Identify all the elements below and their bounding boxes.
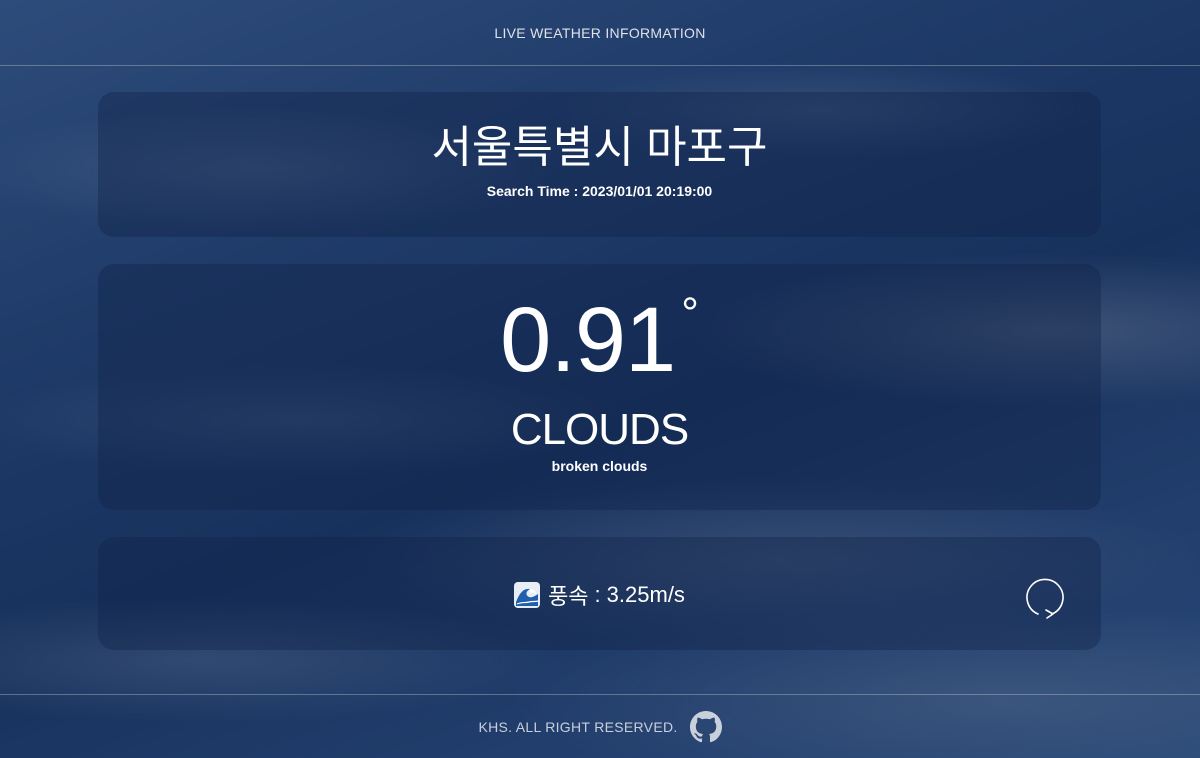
temperature-value: 0.91 [500,289,676,391]
weather-description: broken clouds [551,458,648,474]
weather-condition: CLOUDS [510,405,689,454]
wave-icon [514,582,541,608]
location-card: 서울특별시 마포구 Search Time : 2023/01/01 20:19… [98,92,1101,237]
wind-speed: 풍속 : 3.25m/s [98,579,1101,611]
footer-text: KHS. ALL RIGHT RESERVED. [478,719,678,735]
search-time: Search Time : 2023/01/01 20:19:00 [486,183,713,199]
wind-value: 3.25m/s [606,582,685,607]
location-name: 서울특별시 마포구 [431,123,768,172]
weather-card: 0.91 ° CLOUDS broken clouds [98,264,1101,510]
wind-separator: : [594,582,601,607]
header-title: LIVE WEATHER INFORMATION [494,24,706,41]
wind-card: 풍속 : 3.25m/s [98,537,1101,650]
wind-label: 풍속 [548,584,589,609]
page-header: LIVE WEATHER INFORMATION [0,0,1200,66]
temperature: 0.91 ° [98,289,1101,391]
refresh-icon[interactable] [1022,574,1068,620]
page-footer: KHS. ALL RIGHT RESERVED. [0,694,1200,758]
degree-symbol: ° [681,289,699,338]
github-icon[interactable] [689,711,722,743]
